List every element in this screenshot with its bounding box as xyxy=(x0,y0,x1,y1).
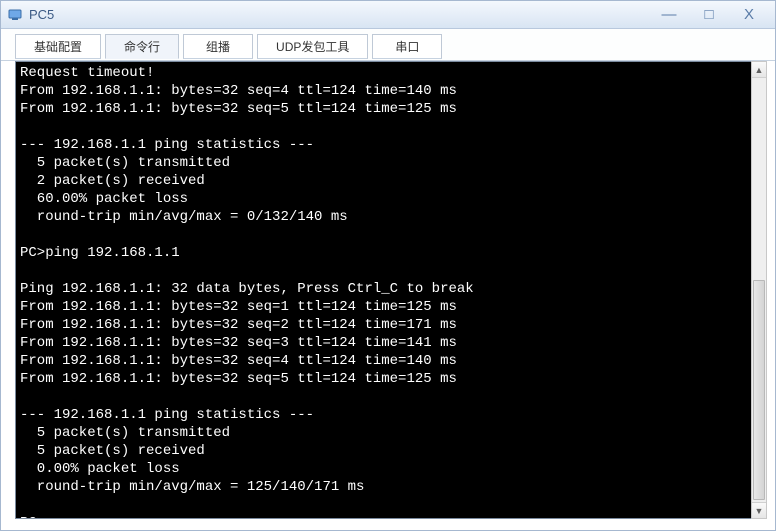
close-button[interactable]: X xyxy=(735,6,763,24)
minimize-button[interactable]: — xyxy=(655,6,683,24)
tab-command-line[interactable]: 命令行 xyxy=(105,34,179,59)
tab-serial[interactable]: 串口 xyxy=(372,34,442,59)
window-controls: — □ X xyxy=(655,6,763,24)
tab-bar: 基础配置 命令行 组播 UDP发包工具 串口 xyxy=(1,29,775,61)
tab-multicast[interactable]: 组播 xyxy=(183,34,253,59)
terminal-output[interactable]: Request timeout! From 192.168.1.1: bytes… xyxy=(15,61,753,519)
scroll-down-button[interactable]: ▼ xyxy=(752,502,766,518)
scroll-thumb[interactable] xyxy=(753,280,765,500)
scrollbar[interactable]: ▲ ▼ xyxy=(751,61,767,519)
tab-udp-tool[interactable]: UDP发包工具 xyxy=(257,34,368,59)
title-bar: PC5 — □ X xyxy=(1,1,775,29)
maximize-button[interactable]: □ xyxy=(695,6,723,24)
scroll-track[interactable] xyxy=(752,78,766,502)
window-title: PC5 xyxy=(29,7,655,22)
scroll-up-button[interactable]: ▲ xyxy=(752,62,766,78)
app-icon xyxy=(7,7,23,23)
tab-basic-config[interactable]: 基础配置 xyxy=(15,34,101,59)
